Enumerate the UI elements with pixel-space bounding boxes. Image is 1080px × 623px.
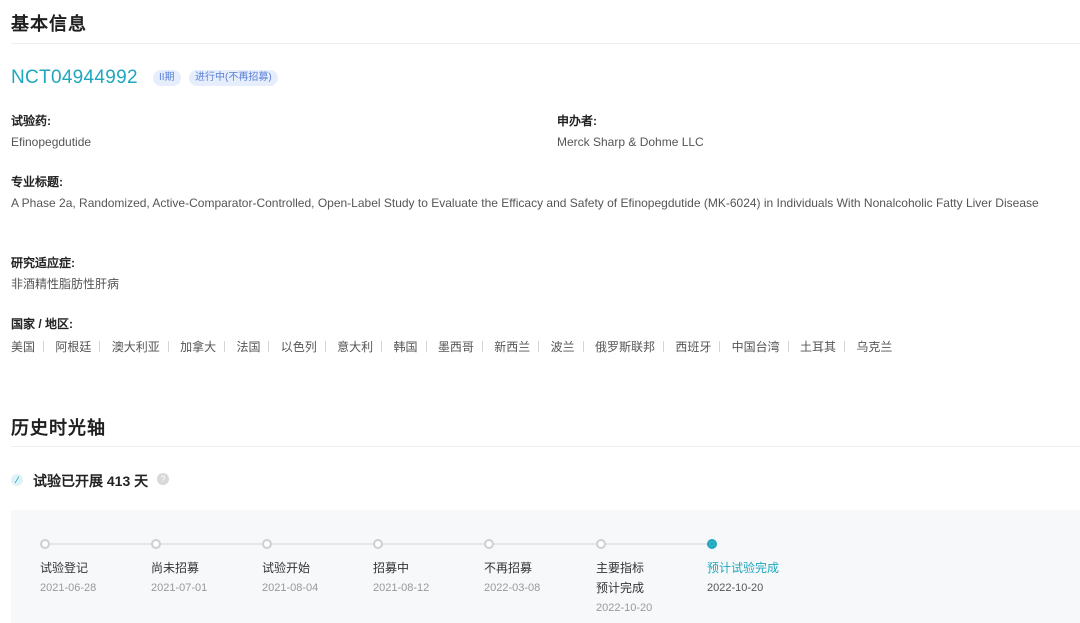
timeline-step-date: 2021-08-12: [373, 582, 430, 594]
country-separator: [43, 341, 45, 352]
country-item: 墨西哥: [437, 340, 474, 354]
basic-info-title: 基本信息: [11, 14, 87, 34]
timeline-step-date: 2021-08-04: [262, 582, 319, 594]
timeline-step-date: 2022-10-20: [707, 582, 764, 594]
nct-id-link[interactable]: NCT04944992: [11, 67, 138, 89]
country-item: 波兰: [550, 340, 575, 354]
professional-title-label: 专业标题:: [11, 175, 63, 189]
country-item: 乌克兰: [856, 340, 893, 354]
drug-label: 试验药:: [11, 114, 51, 128]
status-badge: 进行中(不再招募): [189, 70, 278, 86]
country-item: 新西兰: [494, 340, 531, 354]
timeline-step-date: 2022-03-08: [484, 582, 541, 594]
timeline-node: [373, 539, 383, 549]
country-separator: [582, 341, 584, 352]
timeline-step-date: 2021-07-01: [151, 582, 208, 594]
timeline-node: [40, 539, 50, 549]
timeline-node: [484, 539, 494, 549]
country-item: 俄罗斯联邦: [594, 340, 655, 354]
country-separator: [787, 341, 789, 352]
country-separator: [844, 341, 846, 352]
country-separator: [719, 341, 721, 352]
timeline-node-active: [707, 539, 717, 549]
timeline-node: [151, 539, 161, 549]
country-separator: [481, 341, 483, 352]
timeline-step-date: 2021-06-28: [40, 582, 97, 594]
sponsor-label: 申办者:: [557, 114, 597, 128]
countries-label: 国家 / 地区:: [11, 317, 73, 331]
country-separator: [324, 341, 326, 352]
elapsed-days-text: 试验已开展 413 天: [33, 473, 149, 489]
country-item: 中国台湾: [731, 340, 780, 354]
indication-label: 研究适应症:: [11, 256, 75, 270]
country-item: 韩国: [393, 340, 418, 354]
country-item: 意大利: [337, 340, 374, 354]
country-separator: [268, 341, 270, 352]
history-divider: [11, 446, 1080, 447]
basic-info-divider: [11, 43, 1080, 44]
country-item: 以色列: [280, 340, 317, 354]
phase-badge: II期: [153, 70, 181, 86]
timeline-step-label: 招募中: [373, 561, 410, 575]
timeline-node: [262, 539, 272, 549]
country-item: 西班牙: [675, 340, 712, 354]
timeline-step-label: 试验开始: [262, 561, 311, 575]
timeline-step-label: 不再招募: [484, 561, 533, 575]
country-separator: [381, 341, 383, 352]
drug-value: Efinopegdutide: [11, 135, 92, 149]
country-separator: [224, 341, 226, 352]
sponsor-value: Merck Sharp & Dohme LLC: [557, 135, 704, 149]
timeline-step-label-active: 预计试验完成: [707, 561, 780, 575]
timeline-step-date: 2022-10-20: [596, 602, 653, 614]
country-item: 加拿大: [180, 340, 217, 354]
timer-icon: ⁄: [11, 474, 23, 486]
country-separator: [425, 341, 427, 352]
country-item: 土耳其: [800, 340, 837, 354]
country-separator: [167, 341, 169, 352]
timeline-step-label: 尚未招募: [151, 561, 200, 575]
help-icon[interactable]: ?: [157, 473, 169, 485]
country-item: 阿根廷: [55, 340, 92, 354]
countries-list: 美国 阿根廷 澳大利亚 加拿大 法国 以色列 意大利 韩国 墨西哥 新西兰 波兰…: [11, 338, 892, 355]
indication-value: 非酒精性脂肪性肝病: [11, 277, 120, 291]
country-item: 澳大利亚: [111, 340, 160, 354]
professional-title-value: A Phase 2a, Randomized, Active-Comparato…: [11, 196, 1039, 210]
country-separator: [99, 341, 101, 352]
country-item: 法国: [236, 340, 261, 354]
timeline-node: [596, 539, 606, 549]
timeline-step-label: 主要指标: [596, 561, 645, 575]
timeline-step-label: 试验登记: [40, 561, 89, 575]
country-separator: [662, 341, 664, 352]
country-separator: [538, 341, 540, 352]
history-title: 历史时光轴: [11, 418, 106, 438]
country-item: 美国: [11, 340, 36, 354]
timeline-step-label-line2: 预计完成: [596, 581, 645, 595]
